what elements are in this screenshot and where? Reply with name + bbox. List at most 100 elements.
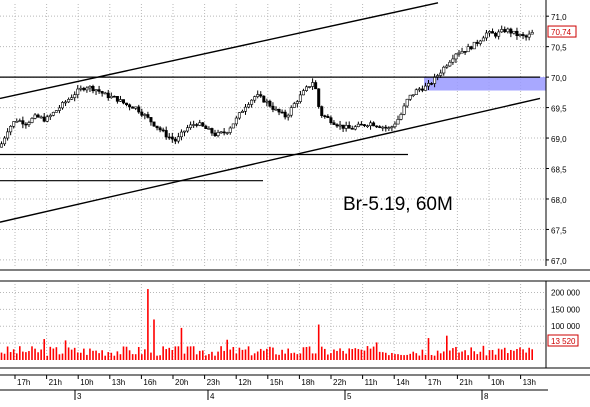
- candle-body: [152, 121, 156, 127]
- volume-bar: [214, 355, 216, 360]
- candle-body: [85, 87, 89, 91]
- volume-bar: [412, 351, 415, 360]
- volume-bar: [110, 352, 113, 360]
- candle-body: [24, 123, 28, 126]
- candle-body: [0, 143, 4, 148]
- x-tick-label: 16h: [143, 378, 156, 387]
- candle-body: [15, 120, 19, 123]
- volume-bar: [150, 352, 152, 360]
- candle-body: [353, 126, 357, 130]
- candle-body: [173, 138, 177, 142]
- candle-body: [204, 125, 208, 129]
- volume-bar: [144, 349, 146, 360]
- candle-body: [128, 104, 132, 108]
- candle-body: [411, 94, 415, 96]
- candle-body: [289, 107, 293, 116]
- volume-bar: [9, 352, 12, 360]
- x-tick-label: 18h: [301, 378, 314, 387]
- candle-body: [167, 136, 171, 139]
- candle-body: [478, 40, 482, 44]
- candle-body: [423, 85, 427, 91]
- highlight-zone: [424, 77, 546, 91]
- candle-body: [231, 123, 235, 129]
- volume-bar: [433, 355, 436, 360]
- volume-bar: [232, 347, 235, 360]
- y-tick-label: 70,0: [551, 74, 567, 83]
- volume-bar: [278, 354, 280, 360]
- volume-bar: [180, 327, 183, 360]
- candle-body: [268, 100, 272, 107]
- volume-bar: [104, 355, 106, 360]
- volume-bar: [83, 348, 85, 360]
- candle-body: [222, 131, 226, 134]
- volume-bar: [442, 351, 445, 360]
- candle-body: [417, 88, 421, 91]
- volume-bar: [391, 352, 393, 360]
- date-label: 3: [77, 392, 82, 401]
- candle-body: [308, 86, 312, 88]
- candle-body: [30, 118, 34, 123]
- date-label: 4: [210, 392, 215, 401]
- candle-body: [118, 99, 122, 102]
- candle-body: [390, 126, 394, 129]
- volume-bar: [311, 353, 314, 360]
- candle-body: [137, 106, 141, 113]
- volume-bar: [168, 347, 171, 360]
- last-volume-tag: 13 520: [551, 337, 576, 346]
- volume-bar: [446, 335, 448, 360]
- candle-body: [323, 115, 327, 117]
- candle-body: [338, 124, 342, 127]
- y-tick-label: 69,0: [551, 135, 567, 144]
- volume-bar: [439, 353, 442, 360]
- volume-bar: [415, 353, 418, 360]
- x-tick-label: 17h: [17, 378, 30, 387]
- volume-bar: [324, 348, 326, 360]
- candle-body: [51, 112, 55, 116]
- candle-body: [262, 95, 266, 103]
- volume-bar: [461, 351, 463, 360]
- volume-bar: [101, 350, 103, 360]
- volume-bar: [452, 348, 454, 360]
- candle-body: [311, 82, 315, 87]
- candle-body: [277, 108, 281, 113]
- candle-body: [365, 125, 369, 128]
- volume-bar: [302, 347, 305, 360]
- volume-bar: [241, 349, 244, 360]
- y-tick-label: 68,0: [551, 196, 567, 205]
- x-tick-label: 15h: [270, 378, 283, 387]
- candle-body: [372, 122, 376, 127]
- candle-body: [460, 51, 464, 54]
- volume-bar: [171, 349, 174, 360]
- volume-bar: [378, 351, 381, 360]
- candle-body: [176, 136, 180, 142]
- candle-body: [393, 123, 397, 128]
- candle-body: [481, 37, 485, 42]
- candle-body: [94, 89, 98, 92]
- volume-bar: [275, 354, 277, 360]
- volume-bar: [244, 349, 247, 360]
- candle-body: [405, 98, 409, 107]
- candle-body: [228, 127, 232, 133]
- x-tick-label: 14h: [396, 378, 409, 387]
- candle-body: [332, 122, 336, 125]
- candle-body: [484, 32, 488, 39]
- candle-body: [216, 132, 220, 136]
- volume-bar: [421, 349, 424, 360]
- candle-body: [207, 128, 211, 130]
- candle-body: [109, 95, 113, 99]
- volume-bar: [510, 349, 512, 360]
- volume-bar: [186, 346, 189, 360]
- volume-bar: [436, 350, 439, 360]
- volume-bar: [317, 324, 320, 360]
- volume-bar: [345, 353, 347, 360]
- volume-bar: [28, 351, 30, 360]
- candle-body: [335, 124, 339, 127]
- volume-bar: [281, 349, 283, 360]
- candle-body: [304, 86, 308, 91]
- volume-bar: [43, 339, 45, 360]
- volume-bar: [330, 353, 332, 360]
- volume-bar: [34, 348, 36, 360]
- volume-bar: [61, 353, 64, 360]
- x-tick-label: 22h: [333, 378, 346, 387]
- volume-bar: [284, 353, 286, 360]
